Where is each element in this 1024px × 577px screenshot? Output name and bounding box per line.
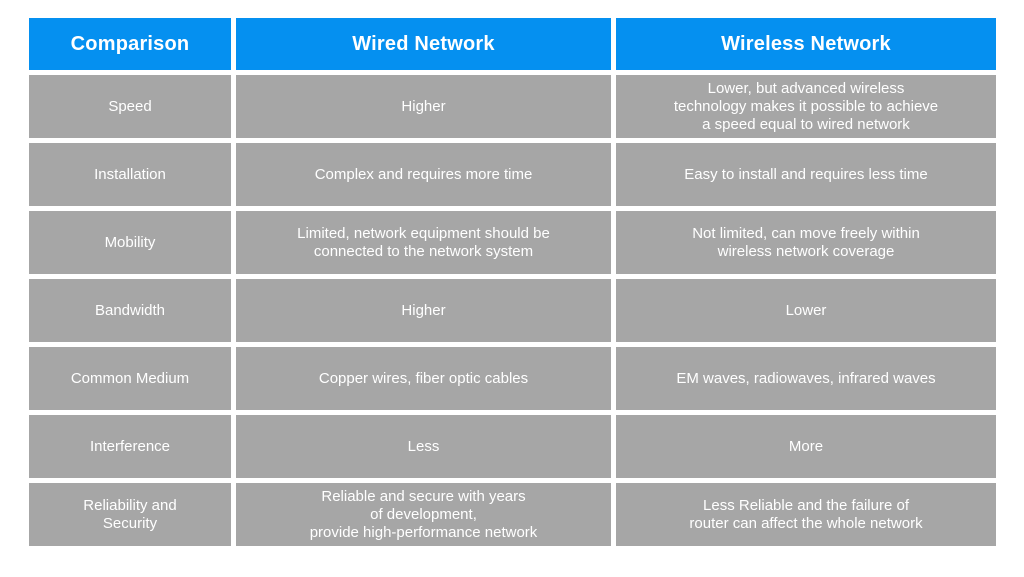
row-label-cell: Interference	[29, 415, 231, 478]
wired-network-cell: Limited, network equipment should be conn…	[236, 211, 611, 274]
cell-line: Less Reliable and the failure of	[703, 496, 909, 514]
comparison-table-container: Comparison Wired Network Wireless Networ…	[29, 18, 996, 546]
cell-line: Speed	[108, 97, 152, 115]
row-label-cell: Speed	[29, 75, 231, 138]
cell-line: Mobility	[104, 233, 156, 251]
wireless-network-cell: Lower, but advanced wireless technology m…	[616, 75, 996, 138]
wireless-network-cell: Not limited, can move freely within wirel…	[616, 211, 996, 274]
wireless-network-cell: Lower	[616, 279, 996, 342]
wired-network-cell: Complex and requires more time	[236, 143, 611, 206]
table-header: Comparison Wired Network Wireless Networ…	[29, 18, 996, 70]
wired-network-cell: Reliable and secure with years of develop…	[236, 483, 611, 546]
cell-line: connected to the network system	[313, 242, 534, 260]
table-row: Reliability and Security Reliable and secu…	[29, 483, 996, 546]
cell-line: Less	[407, 437, 440, 455]
cell-line: Reliability and	[83, 496, 177, 514]
table-row: Interference Less More	[29, 415, 996, 478]
cell-line: Limited, network equipment should be	[297, 224, 550, 242]
row-label-cell: Installation	[29, 143, 231, 206]
table-row: Speed Higher Lower, but advanced wireless t…	[29, 75, 996, 138]
cell-line: Higher	[401, 97, 446, 115]
table-row: Bandwidth Higher Lower	[29, 279, 996, 342]
cell-line: Higher	[401, 301, 446, 319]
wired-network-cell: Less	[236, 415, 611, 478]
cell-line: Copper wires, fiber optic cables	[318, 369, 529, 387]
wireless-network-cell: EM waves, radiowaves, infrared waves	[616, 347, 996, 410]
cell-line: Reliable and secure with years	[321, 487, 526, 505]
table-row: Mobility Limited, network equipment shoul…	[29, 211, 996, 274]
cell-line: Common Medium	[70, 369, 190, 387]
cell-line: provide high-performance network	[309, 523, 538, 541]
column-header-comparison: Comparison	[29, 18, 231, 70]
wireless-network-cell: More	[616, 415, 996, 478]
row-label-cell: Bandwidth	[29, 279, 231, 342]
column-header-wired-network: Wired Network	[236, 18, 611, 70]
row-label-cell: Mobility	[29, 211, 231, 274]
row-label-cell: Common Medium	[29, 347, 231, 410]
table-row: Common Medium Copper wires, fiber optic c…	[29, 347, 996, 410]
wireless-network-cell: Easy to install and requires less time	[616, 143, 996, 206]
cell-line: technology makes it possible to achieve	[673, 97, 939, 115]
wireless-network-cell: Less Reliable and the failure of router c…	[616, 483, 996, 546]
cell-line: Not limited, can move freely within	[692, 224, 920, 242]
cell-line: Lower	[785, 301, 827, 319]
row-label-cell: Reliability and Security	[29, 483, 231, 546]
column-header-wireless-network: Wireless Network	[616, 18, 996, 70]
cell-line: Easy to install and requires less time	[684, 165, 928, 183]
cell-line: router can affect the whole network	[689, 514, 923, 532]
wired-network-cell: Copper wires, fiber optic cables	[236, 347, 611, 410]
cell-line: More	[788, 437, 824, 455]
cell-line: Lower, but advanced wireless	[707, 79, 905, 97]
table-body: Speed Higher Lower, but advanced wireless t…	[29, 75, 996, 546]
cell-line: of development,	[370, 505, 477, 523]
cell-line: Security	[102, 514, 158, 532]
wired-vs-wireless-comparison-table: Comparison Wired Network Wireless Networ…	[24, 13, 1001, 551]
table-row: Installation Complex and requires more ti…	[29, 143, 996, 206]
cell-line: Complex and requires more time	[314, 165, 533, 183]
cell-line: Bandwidth	[94, 301, 166, 319]
cell-line: a speed equal to wired network	[702, 115, 910, 133]
cell-line: Interference	[89, 437, 171, 455]
wired-network-cell: Higher	[236, 279, 611, 342]
cell-line: Installation	[94, 165, 166, 183]
cell-line: EM waves, radiowaves, infrared waves	[676, 369, 936, 387]
cell-line: wireless network coverage	[717, 242, 895, 260]
table-header-row: Comparison Wired Network Wireless Networ…	[29, 18, 996, 70]
wired-network-cell: Higher	[236, 75, 611, 138]
